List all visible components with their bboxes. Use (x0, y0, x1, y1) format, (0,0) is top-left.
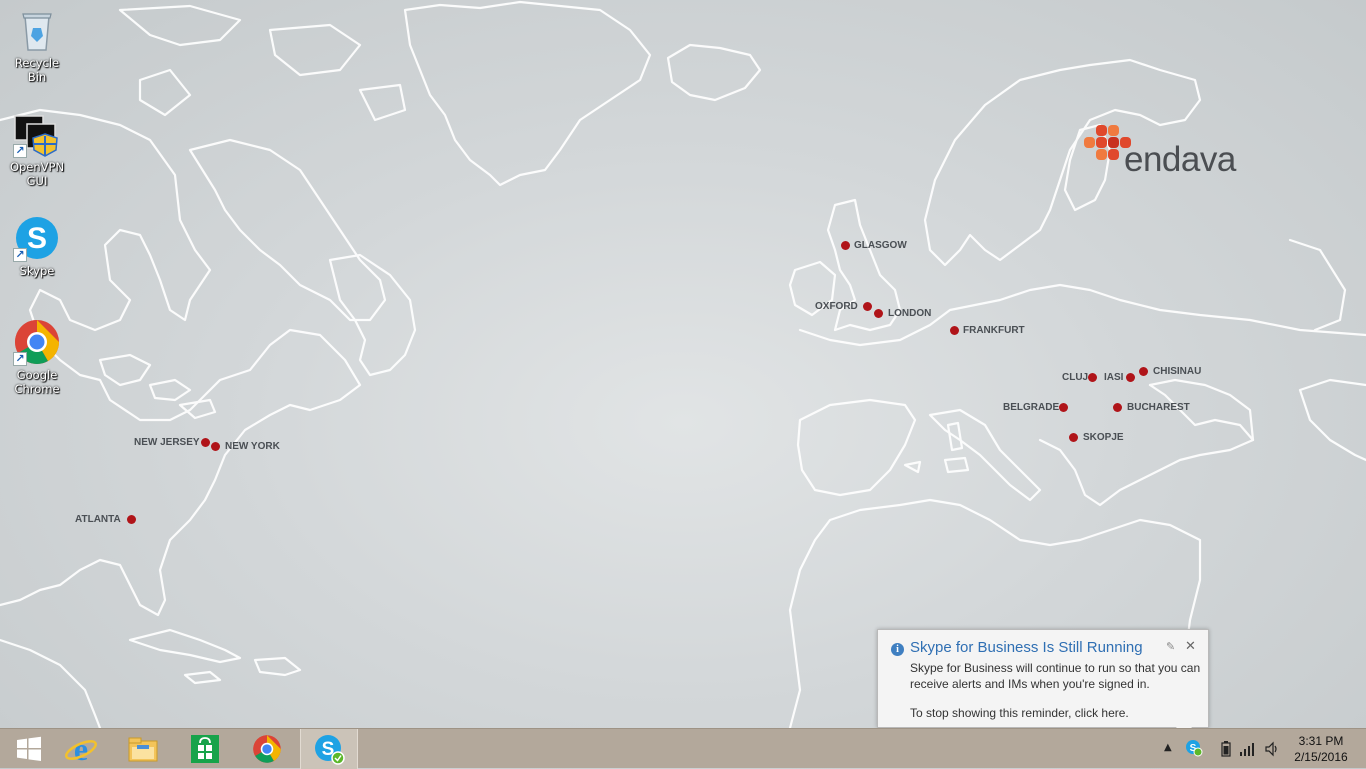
city-label-chisinau: CHISINAU (1153, 366, 1202, 377)
chrome-label: Google Chrome (14, 368, 60, 396)
chrome-icon (253, 735, 281, 763)
new-jersey-marker (201, 438, 210, 447)
internet-explorer-icon: e (65, 733, 97, 765)
pin-icon[interactable]: ✎ (1166, 640, 1175, 653)
frankfurt-marker (950, 326, 959, 335)
shortcut-arrow-icon: ↗ (13, 352, 27, 366)
middle-east-outline (1298, 378, 1366, 462)
skype-tray-icon[interactable]: S (1185, 739, 1203, 757)
central-america-outline (0, 638, 102, 728)
glasgow-marker (841, 241, 850, 250)
skype-notification-toast[interactable]: i Skype for Business Is Still Running ✎ … (877, 629, 1209, 728)
skopje-marker (1069, 433, 1078, 442)
iceland-outline (666, 43, 762, 102)
hudson-bay-outline (188, 138, 387, 322)
stop-reminder-link[interactable]: To stop showing this reminder, click her… (910, 706, 1129, 720)
start-button[interactable] (0, 729, 58, 769)
city-label-glasgow: GLASGOW (854, 240, 907, 251)
caribbean-outline (128, 628, 302, 685)
volume-icon[interactable] (1265, 741, 1281, 757)
clock-time: 3:31 PM (1298, 734, 1344, 748)
europe-outline (798, 283, 1366, 347)
iberia-outline (796, 398, 917, 497)
store-button[interactable] (176, 729, 234, 769)
iasi-marker (1126, 373, 1135, 382)
show-hidden-icons-icon[interactable]: ▲ (1164, 742, 1172, 753)
openvpn-icon: ↗ (13, 110, 61, 158)
london-marker (874, 309, 883, 318)
endava-wordmark: endava (1124, 140, 1236, 179)
battery-icon[interactable] (1221, 741, 1231, 757)
caspian-outline (1288, 238, 1347, 332)
atlanta-marker (127, 515, 136, 524)
oxford-marker (863, 302, 872, 311)
city-label-new-york: NEW YORK (225, 441, 280, 452)
cluj-marker (1088, 373, 1097, 382)
chrome-icon: ↗ (13, 318, 61, 366)
file-explorer-icon (128, 737, 158, 762)
bucharest-marker (1113, 403, 1122, 412)
belgrade-marker (1059, 403, 1068, 412)
close-icon[interactable]: ✕ (1185, 638, 1196, 654)
new-york-marker (211, 442, 220, 451)
store-icon (191, 735, 219, 763)
skype-icon: S ↗ (13, 214, 61, 262)
recycle-bin-label: Recycle Bin (14, 56, 60, 84)
city-label-skopje: SKOPJE (1083, 432, 1124, 443)
chrome-taskbar-button[interactable] (238, 729, 296, 769)
italy-outline (928, 408, 1042, 502)
svg-text:e: e (74, 733, 88, 765)
world-map-wallpaper (0, 0, 1366, 728)
windows-logo-icon (17, 736, 41, 761)
shortcut-arrow-icon: ↗ (13, 144, 27, 158)
signal-icon[interactable] (1240, 742, 1256, 756)
greenland-outline (403, 0, 652, 187)
notification-body: Skype for Business will continue to run … (910, 661, 1201, 691)
chisinau-marker (1139, 367, 1148, 376)
city-label-atlanta: ATLANTA (75, 514, 121, 525)
skype-label: Skype (19, 264, 55, 278)
openvpn-shortcut[interactable]: ↗ OpenVPN GUI (4, 110, 70, 188)
shortcut-arrow-icon: ↗ (13, 248, 27, 262)
svg-text:S: S (27, 222, 47, 255)
clock-date: 2/15/2016 (1294, 750, 1348, 764)
city-label-bucharest: BUCHAREST (1127, 402, 1190, 413)
city-label-cluj: CLUJ (1062, 372, 1089, 383)
city-label-oxford: OXFORD (815, 301, 858, 312)
city-label-frankfurt: FRANKFURT (963, 325, 1025, 336)
openvpn-label: OpenVPN GUI (9, 160, 65, 188)
chrome-shortcut[interactable]: ↗ Google Chrome (4, 318, 70, 396)
skype-shortcut[interactable]: S ↗ Skype (4, 214, 70, 278)
city-label-london: LONDON (888, 308, 932, 319)
mediterranean-islands-outline (903, 421, 970, 474)
city-label-iasi: IASI (1104, 372, 1124, 383)
arctic-islands-outline (118, 4, 407, 122)
internet-explorer-button[interactable]: e (52, 729, 110, 769)
city-label-belgrade: BELGRADE (1003, 402, 1060, 413)
taskbar: e S ▲ S 3:31 PM 2/15/2016 (0, 728, 1366, 769)
recycle-bin-icon (13, 6, 61, 54)
desktop: Recycle Bin ↗ OpenVPN GUI S ↗ Skype ↗ Go… (0, 0, 1366, 728)
clock[interactable]: 3:31 PM 2/15/2016 (1288, 733, 1354, 765)
skype-business-taskbar-button[interactable]: S (300, 729, 358, 769)
file-explorer-button[interactable] (114, 729, 172, 769)
info-icon: i (891, 643, 904, 656)
notification-title: Skype for Business Is Still Running (910, 639, 1143, 656)
city-label-new-jersey: NEW JERSEY (134, 437, 200, 448)
recycle-bin-shortcut[interactable]: Recycle Bin (4, 6, 70, 84)
skype-icon: S (315, 735, 345, 765)
great-lakes-outline (98, 353, 217, 420)
